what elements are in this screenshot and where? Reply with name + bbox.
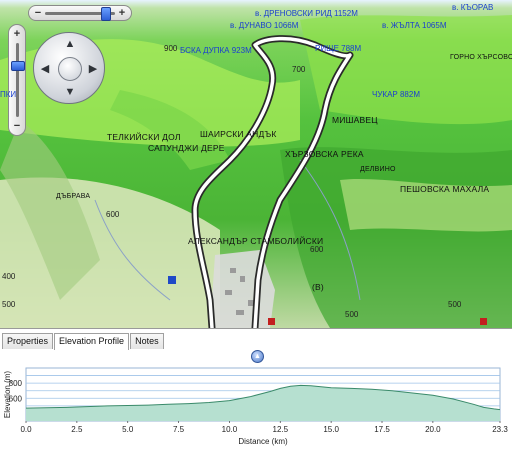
contour-label: 900 <box>164 44 178 53</box>
x-tick-label: 12.5 <box>273 425 289 434</box>
peak-label: ПКИ <box>0 90 17 99</box>
contour-label: 500 <box>448 300 462 309</box>
contour-label: 600 <box>310 245 324 254</box>
x-axis-label: Distance (km) <box>238 437 288 446</box>
y-axis-label: Elevation (m) <box>3 371 12 418</box>
map-view[interactable]: − + + − ▲ ▼ ◀ ▶ ТЕЛКИЙСКИ ДОЛ САПУНДЖИ Д… <box>0 0 512 328</box>
place-label: ГОРНО ХЪРСОВО <box>450 54 512 61</box>
pan-down-icon[interactable]: ▼ <box>63 85 77 99</box>
place-label: САПУНДЖИ ДЕРЕ <box>148 143 225 153</box>
peak-label: РИЩЕ 788М <box>315 44 362 53</box>
contour-label: 400 <box>2 272 16 281</box>
peak-label: в. КЪОРАВ <box>452 3 494 12</box>
x-tick-label: 5.0 <box>122 425 134 434</box>
peak-label: БСКА ДУПКА 923М <box>180 46 252 55</box>
peak-label: ЧУКАР 882М <box>372 90 420 99</box>
place-label: ДЕЛВИНО <box>360 166 396 173</box>
pan-up-icon[interactable]: ▲ <box>63 37 77 51</box>
zoom-track-vertical <box>16 43 19 117</box>
place-label: (В) <box>312 282 324 292</box>
x-tick-label: 0.0 <box>20 425 32 434</box>
bottom-panel: Properties Elevation Profile Notes ▲ 800… <box>0 328 512 452</box>
pan-center-button[interactable] <box>58 57 82 81</box>
contour-label: 600 <box>106 210 120 219</box>
vertical-zoom-slider[interactable]: + − <box>8 24 26 136</box>
zoom-out-button-vertical[interactable]: − <box>9 119 25 133</box>
zoom-in-button-vertical[interactable]: + <box>9 27 25 41</box>
horizontal-zoom-slider[interactable]: − + <box>28 5 132 21</box>
panel-tabs: Properties Elevation Profile Notes <box>2 333 165 350</box>
contour-label: 500 <box>345 310 359 319</box>
elevation-profile-chart: 8006000.0 2.5 5.0 7.5 10.0 12.5 15.0 17.5 20.0 23… <box>3 367 508 446</box>
contour-label: 500 <box>2 300 16 309</box>
place-label: МИШАВЕЦ <box>332 115 378 125</box>
zoom-handle-vertical[interactable] <box>11 61 25 71</box>
pan-control[interactable]: ▲ ▼ ◀ ▶ <box>33 32 105 104</box>
tab-properties[interactable]: Properties <box>2 333 54 349</box>
place-label: АЛЕКСАНДЪР СТАМБОЛИЙСКИ <box>188 236 324 246</box>
pan-right-icon[interactable]: ▶ <box>86 62 100 76</box>
place-label: ПЕШОВСКА МАХАЛА <box>400 184 490 194</box>
x-tick-label: 7.5 <box>173 425 185 434</box>
zoom-out-button[interactable]: − <box>31 6 45 20</box>
x-tick-label: 10.0 <box>222 425 238 434</box>
peak-label: в. ДУНАВО 1066М <box>230 21 299 30</box>
pan-left-icon[interactable]: ◀ <box>38 62 52 76</box>
x-tick-label: 2.5 <box>71 425 83 434</box>
peak-label: в. ЖЪЛТА 1065М <box>382 21 447 30</box>
peak-label: в. ДРЕНОВСКИ РИД 1152М <box>255 9 358 18</box>
tab-elevation-profile[interactable]: Elevation Profile <box>54 333 130 350</box>
zoom-handle[interactable] <box>101 7 111 21</box>
contour-label: 700 <box>292 65 306 74</box>
place-label: ШАИРСКИ АНДЪК <box>200 129 277 139</box>
x-tick-label: 23.3 <box>492 425 508 434</box>
zoom-in-button[interactable]: + <box>115 6 129 20</box>
x-tick-label: 17.5 <box>374 425 390 434</box>
x-tick-label: 20.0 <box>425 425 441 434</box>
tab-notes[interactable]: Notes <box>130 333 164 349</box>
place-label: ДЪБРАВА <box>56 193 91 200</box>
place-label: ХЪРЗОВСКА РЕКА <box>285 149 364 159</box>
place-label: ТЕЛКИЙСКИ ДОЛ <box>107 132 181 142</box>
x-tick-label: 15.0 <box>323 425 339 434</box>
